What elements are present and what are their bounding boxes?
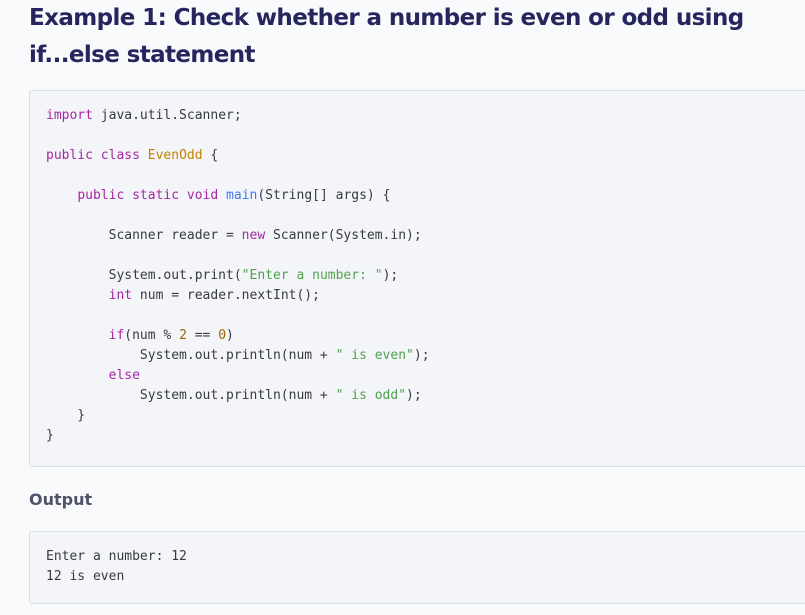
output-heading: Output bbox=[29, 490, 93, 509]
code-token-plain: == bbox=[186, 328, 219, 343]
code-token-plain: System.out.print( bbox=[46, 268, 242, 283]
code-token-plain: { bbox=[202, 148, 219, 163]
code-token-plain: ) bbox=[226, 328, 234, 343]
code-token-plain: Scanner reader = bbox=[46, 228, 242, 243]
output-block: Enter a number: 12 12 is even bbox=[29, 531, 805, 604]
code-line: } bbox=[46, 428, 54, 443]
java-code: import java.util.Scanner; public class E… bbox=[46, 106, 430, 446]
code-token-plain: java.util.Scanner; bbox=[92, 108, 242, 123]
code-token-string: "Enter a number: " bbox=[241, 268, 383, 283]
code-token-keyword: else bbox=[108, 368, 140, 383]
code-token-plain: ); bbox=[382, 268, 399, 283]
code-token-plain: } bbox=[46, 428, 54, 443]
code-token-keyword: new bbox=[241, 228, 266, 243]
code-token-keyword: void bbox=[186, 188, 219, 203]
code-line: System.out.println(num + " is odd"); bbox=[46, 388, 422, 403]
code-line: Scanner reader = new Scanner(System.in); bbox=[46, 228, 422, 243]
code-token-keyword: public bbox=[77, 188, 125, 203]
code-token-func: main bbox=[226, 188, 258, 203]
code-line: if(num % 2 == 0) bbox=[46, 328, 234, 343]
code-token-string: " is odd" bbox=[335, 388, 407, 403]
code-line: public static void main(String[] args) { bbox=[46, 188, 390, 203]
code-line: import java.util.Scanner; bbox=[46, 108, 242, 123]
code-line: System.out.println(num + " is even"); bbox=[46, 348, 430, 363]
code-token-plain: } bbox=[46, 408, 86, 423]
code-token-plain: Scanner(System.in); bbox=[265, 228, 422, 243]
code-line: else bbox=[46, 368, 140, 383]
code-token-plain: ); bbox=[413, 348, 430, 363]
code-token-plain: (String[] args) { bbox=[257, 188, 391, 203]
code-line: public class EvenOdd { bbox=[46, 148, 218, 163]
program-output: Enter a number: 12 12 is even bbox=[46, 547, 187, 587]
code-line: System.out.print("Enter a number: "); bbox=[46, 268, 399, 283]
code-token-plain: ); bbox=[406, 388, 422, 403]
code-block: import java.util.Scanner; public class E… bbox=[29, 90, 805, 467]
code-token-string: " is even" bbox=[335, 348, 414, 363]
code-token-keyword: static bbox=[132, 188, 180, 203]
code-token-class: EvenOdd bbox=[147, 148, 203, 163]
code-token-plain: System.out.println(num + bbox=[46, 388, 336, 403]
code-token-keyword: class bbox=[100, 148, 140, 163]
code-token-number: 0 bbox=[218, 328, 227, 343]
code-token-keyword: public bbox=[46, 148, 93, 163]
output-line: 12 is even bbox=[46, 569, 125, 584]
page-title: Example 1: Check whether a number is eve… bbox=[29, 5, 744, 68]
code-token-plain: (num % bbox=[124, 328, 180, 343]
code-token-keyword: import bbox=[46, 108, 93, 123]
code-line: int num = reader.nextInt(); bbox=[46, 288, 320, 303]
output-line: Enter a number: 12 bbox=[46, 549, 187, 564]
code-token-plain: System.out.println(num + bbox=[46, 348, 336, 363]
code-token-keyword: int bbox=[108, 288, 133, 303]
code-token-number: 2 bbox=[179, 328, 187, 343]
code-token-keyword: if bbox=[108, 328, 125, 343]
code-line: } bbox=[46, 408, 85, 423]
code-token-plain: num = reader.nextInt(); bbox=[132, 288, 320, 303]
